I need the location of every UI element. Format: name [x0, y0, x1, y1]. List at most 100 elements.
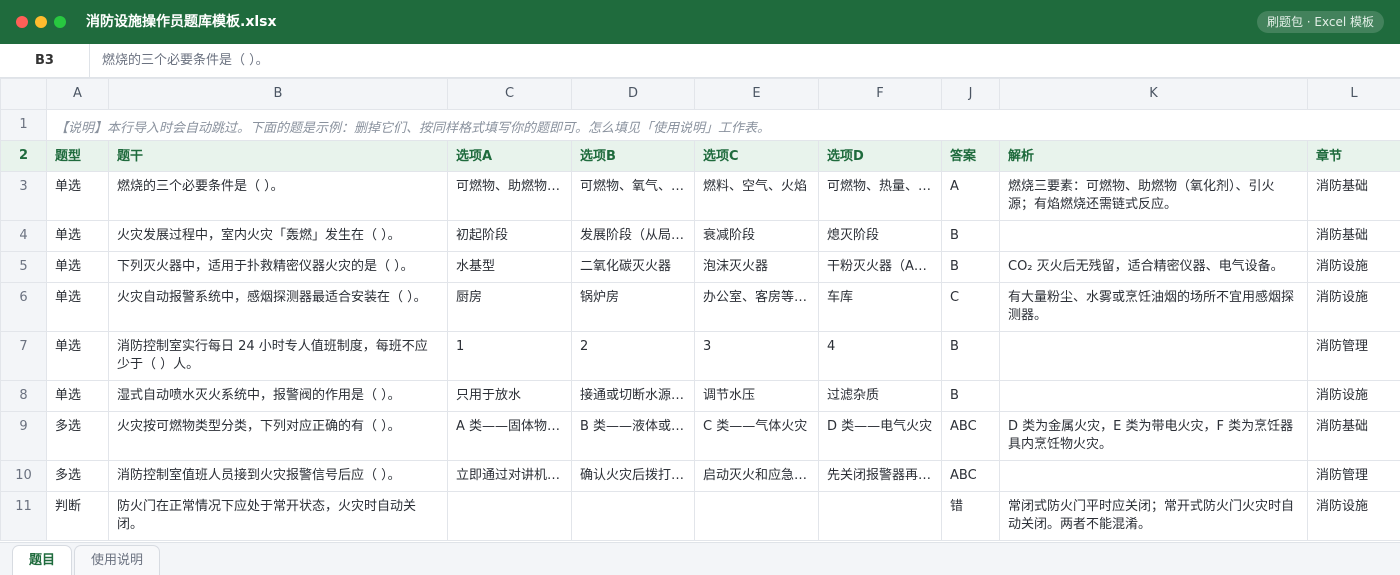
table-cell[interactable]	[999, 331, 1308, 381]
header-cell[interactable]: 解析	[999, 140, 1308, 172]
table-cell[interactable]: 初起阶段	[447, 220, 572, 252]
table-cell[interactable]: 4	[818, 331, 942, 381]
close-window-icon[interactable]	[16, 16, 28, 28]
table-cell[interactable]: 消防基础	[1307, 171, 1400, 221]
table-cell[interactable]: 调节水压	[694, 380, 819, 412]
table-cell[interactable]: C	[941, 282, 1000, 332]
table-cell[interactable]	[818, 491, 942, 541]
table-cell[interactable]: 防火门在正常情况下应处于常开状态，火灾时自动关闭。	[108, 491, 448, 541]
table-cell[interactable]: 单选	[46, 282, 109, 332]
table-cell[interactable]: 燃烧的三个必要条件是（ ）。	[108, 171, 448, 221]
header-cell[interactable]: 题型	[46, 140, 109, 172]
header-cell[interactable]: 题干	[108, 140, 448, 172]
table-cell[interactable]	[999, 220, 1308, 252]
row-number[interactable]: 3	[0, 171, 47, 221]
table-cell[interactable]: 错	[941, 491, 1000, 541]
column-header[interactable]: C	[447, 78, 572, 110]
table-cell[interactable]: B 类——液体或…	[571, 411, 695, 461]
column-header[interactable]: B	[108, 78, 448, 110]
table-cell[interactable]: 燃烧三要素：可燃物、助燃物（氧化剂）、引火源；有焰燃烧还需链式反应。	[999, 171, 1308, 221]
table-cell[interactable]: 2	[571, 331, 695, 381]
table-cell[interactable]	[447, 491, 572, 541]
table-cell[interactable]: 先关闭报警器再…	[818, 460, 942, 492]
table-cell[interactable]: 消防设施	[1307, 251, 1400, 283]
table-cell[interactable]: 只用于放水	[447, 380, 572, 412]
table-cell[interactable]: 湿式自动喷水灭火系统中，报警阀的作用是（ ）。	[108, 380, 448, 412]
table-cell[interactable]: 单选	[46, 220, 109, 252]
table-cell[interactable]: D 类——电气火灾	[818, 411, 942, 461]
table-cell[interactable]: 判断	[46, 491, 109, 541]
table-cell[interactable]: 燃料、空气、火焰	[694, 171, 819, 221]
table-cell[interactable]: C 类——气体火灾	[694, 411, 819, 461]
select-all-corner[interactable]	[0, 78, 47, 110]
header-cell[interactable]: 答案	[941, 140, 1000, 172]
table-cell[interactable]: 厨房	[447, 282, 572, 332]
header-cell[interactable]: 选项D	[818, 140, 942, 172]
table-cell[interactable]: B	[941, 331, 1000, 381]
table-cell[interactable]: 车库	[818, 282, 942, 332]
header-cell[interactable]: 章节	[1307, 140, 1400, 172]
note-cell[interactable]: 【说明】本行导入时会自动跳过。下面的题是示例：删掉它们、按同样格式填写你的题即可…	[46, 109, 1400, 141]
table-cell[interactable]: 消防基础	[1307, 220, 1400, 252]
column-header[interactable]: F	[818, 78, 942, 110]
table-cell[interactable]: 过滤杂质	[818, 380, 942, 412]
table-cell[interactable]: 可燃物、助燃物…	[447, 171, 572, 221]
table-cell[interactable]: 锅炉房	[571, 282, 695, 332]
column-header[interactable]: K	[999, 78, 1308, 110]
table-cell[interactable]: 3	[694, 331, 819, 381]
column-header[interactable]: D	[571, 78, 695, 110]
column-header[interactable]: L	[1307, 78, 1400, 110]
table-cell[interactable]: 消防管理	[1307, 331, 1400, 381]
table-cell[interactable]	[999, 380, 1308, 412]
table-cell[interactable]: 下列灭火器中，适用于扑救精密仪器火灾的是（ ）。	[108, 251, 448, 283]
formula-input[interactable]: 燃烧的三个必要条件是（ ）。	[102, 44, 269, 77]
table-cell[interactable]: 消防设施	[1307, 282, 1400, 332]
row-number[interactable]: 1	[0, 109, 47, 141]
table-cell[interactable]: 消防设施	[1307, 491, 1400, 541]
table-cell[interactable]: ABC	[941, 411, 1000, 461]
table-cell[interactable]: 常闭式防火门平时应关闭；常开式防火门火灾时自动关闭。两者不能混淆。	[999, 491, 1308, 541]
table-cell[interactable]: A	[941, 171, 1000, 221]
table-cell[interactable]: D 类为金属火灾，E 类为带电火灾，F 类为烹饪器具内烹饪物火灾。	[999, 411, 1308, 461]
table-cell[interactable]: 多选	[46, 411, 109, 461]
table-cell[interactable]	[571, 491, 695, 541]
table-cell[interactable]: B	[941, 251, 1000, 283]
table-cell[interactable]: 立即通过对讲机…	[447, 460, 572, 492]
table-cell[interactable]: 消防基础	[1307, 411, 1400, 461]
row-number[interactable]: 5	[0, 251, 47, 283]
row-number[interactable]: 11	[0, 491, 47, 541]
row-number[interactable]: 9	[0, 411, 47, 461]
table-cell[interactable]: 泡沫灭火器	[694, 251, 819, 283]
table-cell[interactable]: 火灾自动报警系统中，感烟探测器最适合安装在（ ）。	[108, 282, 448, 332]
table-cell[interactable]: 干粉灭火器（A…	[818, 251, 942, 283]
row-number[interactable]: 2	[0, 140, 47, 172]
table-cell[interactable]: 消防控制室实行每日 24 小时专人值班制度，每班不应少于（ ）人。	[108, 331, 448, 381]
table-cell[interactable]: 消防设施	[1307, 380, 1400, 412]
minimize-window-icon[interactable]	[35, 16, 47, 28]
table-cell[interactable]: 单选	[46, 331, 109, 381]
header-cell[interactable]: 选项A	[447, 140, 572, 172]
maximize-window-icon[interactable]	[54, 16, 66, 28]
header-cell[interactable]: 选项C	[694, 140, 819, 172]
table-cell[interactable]: 可燃物、热量、…	[818, 171, 942, 221]
table-cell[interactable]: 单选	[46, 380, 109, 412]
table-cell[interactable]: 多选	[46, 460, 109, 492]
table-cell[interactable]: 火灾按可燃物类型分类，下列对应正确的有（ ）。	[108, 411, 448, 461]
table-cell[interactable]	[999, 460, 1308, 492]
table-cell[interactable]: B	[941, 380, 1000, 412]
column-header[interactable]: E	[694, 78, 819, 110]
header-cell[interactable]: 选项B	[571, 140, 695, 172]
table-cell[interactable]: 熄灭阶段	[818, 220, 942, 252]
column-header[interactable]: J	[941, 78, 1000, 110]
row-number[interactable]: 10	[0, 460, 47, 492]
table-cell[interactable]	[694, 491, 819, 541]
row-number[interactable]: 7	[0, 331, 47, 381]
table-cell[interactable]: 启动灭火和应急…	[694, 460, 819, 492]
table-cell[interactable]: 二氧化碳灭火器	[571, 251, 695, 283]
table-cell[interactable]: 有大量粉尘、水雾或烹饪油烟的场所不宜用感烟探测器。	[999, 282, 1308, 332]
table-cell[interactable]: CO₂ 灭火后无残留，适合精密仪器、电气设备。	[999, 251, 1308, 283]
table-cell[interactable]: 衰减阶段	[694, 220, 819, 252]
table-cell[interactable]: A 类——固体物…	[447, 411, 572, 461]
cell-reference-box[interactable]: B3	[0, 44, 90, 77]
table-cell[interactable]: 消防管理	[1307, 460, 1400, 492]
